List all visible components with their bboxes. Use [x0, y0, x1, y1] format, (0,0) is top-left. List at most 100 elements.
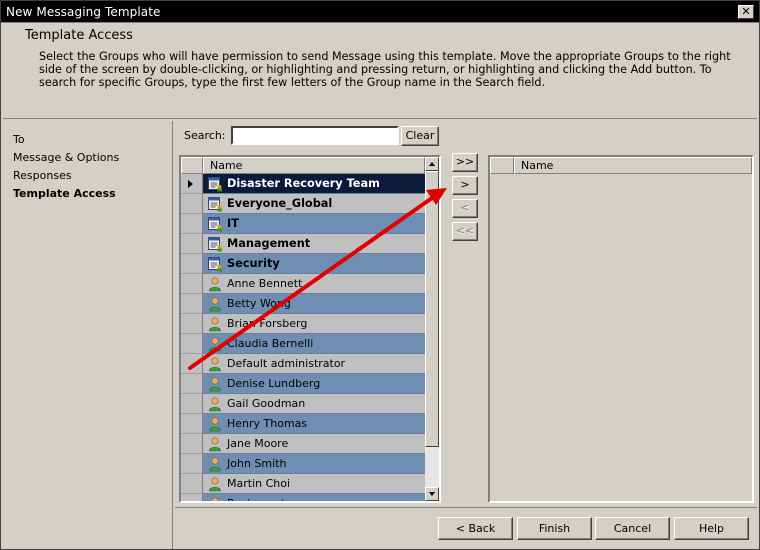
row-selector[interactable]	[181, 314, 203, 334]
row-selector[interactable]	[181, 234, 203, 254]
list-item-cell[interactable]: John Smith	[203, 454, 425, 474]
row-selector[interactable]	[181, 494, 203, 501]
window-title: New Messaging Template	[6, 5, 161, 19]
template-access-panel: Search: Clear Name Disaster Recovery Tea…	[175, 121, 757, 507]
add-button[interactable]: >	[452, 176, 478, 195]
cancel-button[interactable]: Cancel	[595, 517, 670, 540]
list-item[interactable]: Anne Bennett	[181, 274, 425, 294]
user-icon	[209, 417, 221, 432]
list-item[interactable]: Default administrator	[181, 354, 425, 374]
nav-item-message-options[interactable]: Message & Options	[13, 151, 119, 164]
user-icon	[209, 297, 221, 312]
user-icon	[209, 457, 221, 472]
row-selector[interactable]	[181, 294, 203, 314]
scroll-down-icon[interactable]	[425, 487, 439, 501]
list-item[interactable]: Gail Goodman	[181, 394, 425, 414]
list-item-cell[interactable]: Paging gateway user	[203, 494, 425, 501]
list-item-cell[interactable]: Management	[203, 234, 425, 254]
list-header: Name	[181, 157, 439, 174]
list-item[interactable]: Paging gateway user	[181, 494, 425, 501]
row-selector[interactable]	[181, 254, 203, 274]
list-item[interactable]: Disaster Recovery Team	[181, 174, 425, 194]
list-item-label: Claudia Bernelli	[227, 337, 314, 350]
row-selector[interactable]	[181, 334, 203, 354]
list-item[interactable]: Henry Thomas	[181, 414, 425, 434]
row-selector[interactable]	[181, 354, 203, 374]
row-selector[interactable]	[181, 394, 203, 414]
wizard-footer: < Back Finish Cancel Help	[175, 507, 757, 549]
finish-button[interactable]: Finish	[517, 517, 592, 540]
list-item-cell[interactable]: Everyone_Global	[203, 194, 425, 214]
list-item[interactable]: Denise Lundberg	[181, 374, 425, 394]
scroll-thumb[interactable]	[425, 171, 439, 447]
list-item[interactable]: Martin Choi	[181, 474, 425, 494]
group-list-icon	[208, 237, 222, 252]
row-selector[interactable]	[181, 414, 203, 434]
scroll-up-icon[interactable]	[425, 157, 439, 171]
row-selector[interactable]	[181, 474, 203, 494]
user-icon	[209, 437, 221, 452]
add-all-button[interactable]: >>	[452, 153, 478, 172]
list-item-cell[interactable]: Denise Lundberg	[203, 374, 425, 394]
list-item-label: Martin Choi	[227, 477, 291, 490]
list-item-cell[interactable]: Anne Bennett	[203, 274, 425, 294]
row-pointer-icon	[188, 180, 193, 188]
list-item-label: Henry Thomas	[227, 417, 308, 430]
list-item[interactable]: Jane Moore	[181, 434, 425, 454]
back-button[interactable]: < Back	[438, 517, 513, 540]
row-selector-header	[181, 157, 203, 174]
wizard-steps-nav: To Message & Options Responses Template …	[3, 121, 173, 549]
list-item-cell[interactable]: Gail Goodman	[203, 394, 425, 414]
list-item-cell[interactable]: IT	[203, 214, 425, 234]
row-selector[interactable]	[181, 374, 203, 394]
list-item[interactable]: Betty Wong	[181, 294, 425, 314]
list-item[interactable]: John Smith	[181, 454, 425, 474]
list-item-cell[interactable]: Betty Wong	[203, 294, 425, 314]
list-rows: Disaster Recovery Team Everyone_Global IT M…	[181, 174, 425, 501]
list-item-label: Jane Moore	[227, 437, 289, 450]
user-icon	[209, 477, 221, 492]
list-item[interactable]: IT	[181, 214, 425, 234]
available-groups-list: Name Disaster Recovery Team Everyone_Glob…	[179, 155, 441, 503]
list-item[interactable]: Security	[181, 254, 425, 274]
nav-item-template-access[interactable]: Template Access	[13, 187, 116, 200]
selected-groups-list[interactable]: Name	[488, 155, 754, 503]
clear-button[interactable]: Clear	[401, 126, 439, 146]
group-list-icon	[208, 257, 222, 272]
list-item-cell[interactable]: Claudia Bernelli	[203, 334, 425, 354]
list-item-cell[interactable]: Default administrator	[203, 354, 425, 374]
list-item-cell[interactable]: Henry Thomas	[203, 414, 425, 434]
list-item-cell[interactable]: Martin Choi	[203, 474, 425, 494]
list-item[interactable]: Management	[181, 234, 425, 254]
nav-item-responses[interactable]: Responses	[13, 169, 72, 182]
close-icon[interactable]: ✕	[738, 5, 754, 19]
list-item-cell[interactable]: Security	[203, 254, 425, 274]
list-item-cell[interactable]: Disaster Recovery Team	[203, 174, 425, 194]
remove-all-button[interactable]: <<	[452, 222, 478, 241]
list-item[interactable]: Everyone_Global	[181, 194, 425, 214]
list-item-label: IT	[227, 217, 239, 230]
list-item-label: Paging gateway user	[227, 497, 342, 501]
help-button[interactable]: Help	[674, 517, 749, 540]
list-item-label: Default administrator	[227, 357, 346, 370]
row-selector[interactable]	[181, 194, 203, 214]
group-list-icon	[208, 197, 222, 212]
list-item-cell[interactable]: Brian Forsberg	[203, 314, 425, 334]
nav-item-to[interactable]: To	[13, 133, 25, 146]
name-column-header[interactable]: Name	[203, 157, 425, 174]
user-icon	[209, 377, 221, 392]
row-selector[interactable]	[181, 214, 203, 234]
list-header: Name	[490, 157, 752, 174]
list-item-cell[interactable]: Jane Moore	[203, 434, 425, 454]
row-selector[interactable]	[181, 274, 203, 294]
name-column-header[interactable]: Name	[514, 157, 752, 174]
remove-button[interactable]: <	[452, 199, 478, 218]
row-selector[interactable]	[181, 434, 203, 454]
list-item[interactable]: Brian Forsberg	[181, 314, 425, 334]
search-input[interactable]	[231, 126, 399, 145]
vertical-scrollbar[interactable]	[425, 157, 439, 501]
title-bar[interactable]: New Messaging Template ✕	[1, 1, 759, 23]
row-selector[interactable]	[181, 174, 203, 194]
list-item[interactable]: Claudia Bernelli	[181, 334, 425, 354]
row-selector[interactable]	[181, 454, 203, 474]
